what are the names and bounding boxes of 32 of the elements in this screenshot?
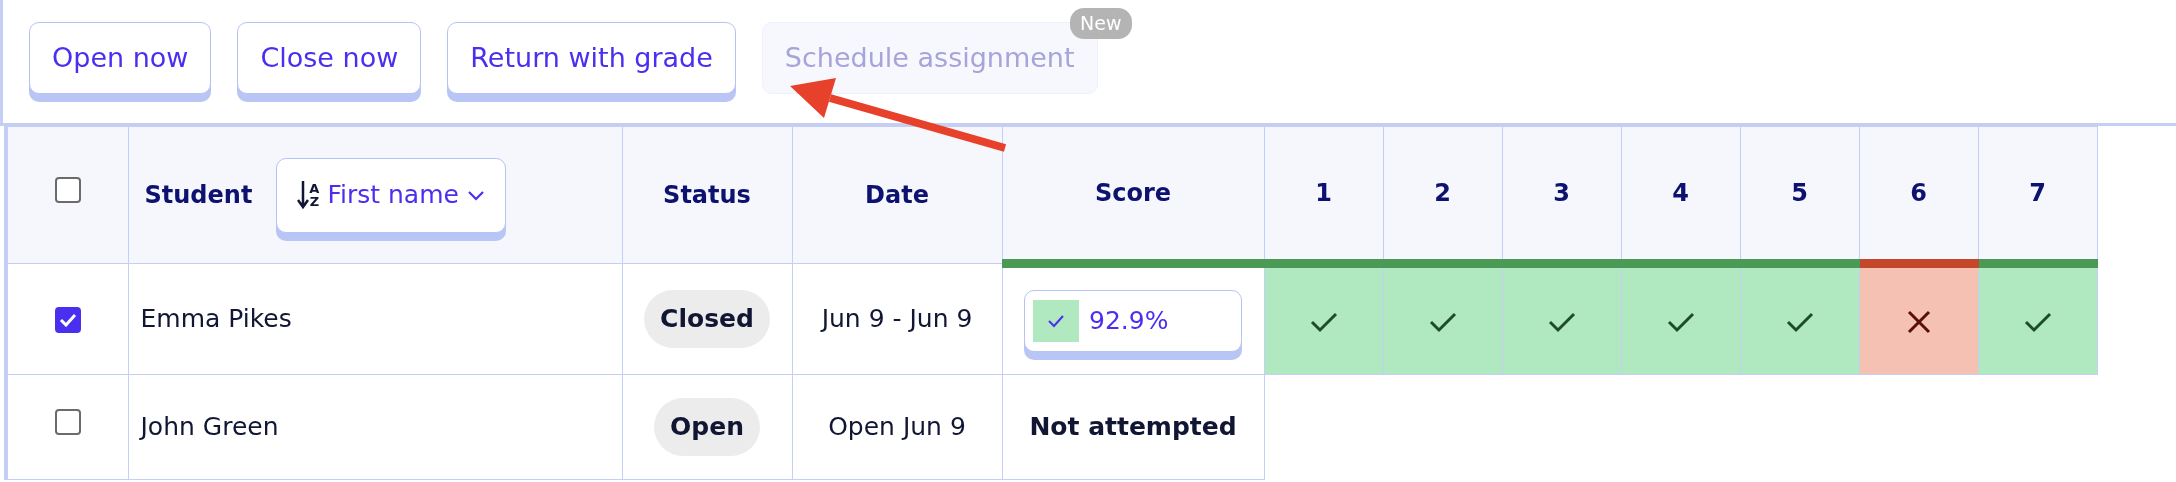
check-icon xyxy=(1033,300,1079,342)
checkbox[interactable] xyxy=(54,307,81,334)
column-header: 3 xyxy=(1553,179,1570,207)
column-header: 4 xyxy=(1672,179,1689,207)
check-icon xyxy=(58,313,77,328)
caret-icon xyxy=(466,189,485,201)
check-icon xyxy=(1428,311,1457,334)
date-text: Open Jun 9 xyxy=(828,412,966,442)
column-header: Status xyxy=(663,181,751,209)
new-badge: New xyxy=(1070,8,1132,39)
column-header: 7 xyxy=(2029,179,2046,207)
check-icon xyxy=(2023,311,2052,334)
check-icon xyxy=(1309,311,1338,334)
status-badge: Closed xyxy=(644,290,770,348)
column-header: 6 xyxy=(1910,179,1927,207)
column-header: Student xyxy=(144,180,253,211)
score-text: Not attempted xyxy=(1029,412,1237,442)
check-icon xyxy=(1547,311,1576,334)
student-name: John Green xyxy=(140,412,279,442)
check-icon xyxy=(1785,311,1814,334)
column-header: Score xyxy=(1094,179,1172,207)
status-badge: Open xyxy=(654,398,760,456)
column-header: Date xyxy=(865,181,929,209)
checkbox[interactable] xyxy=(54,177,81,203)
column-header: 2 xyxy=(1434,179,1451,207)
cross-icon xyxy=(1906,310,1931,335)
student-name: Emma Pikes xyxy=(140,304,292,334)
column-header: 5 xyxy=(1791,179,1808,207)
checkbox[interactable] xyxy=(54,409,81,436)
check-icon xyxy=(1666,311,1695,334)
date-text: Jun 9 - Jun 9 xyxy=(821,304,973,334)
column-header: 1 xyxy=(1315,179,1332,207)
